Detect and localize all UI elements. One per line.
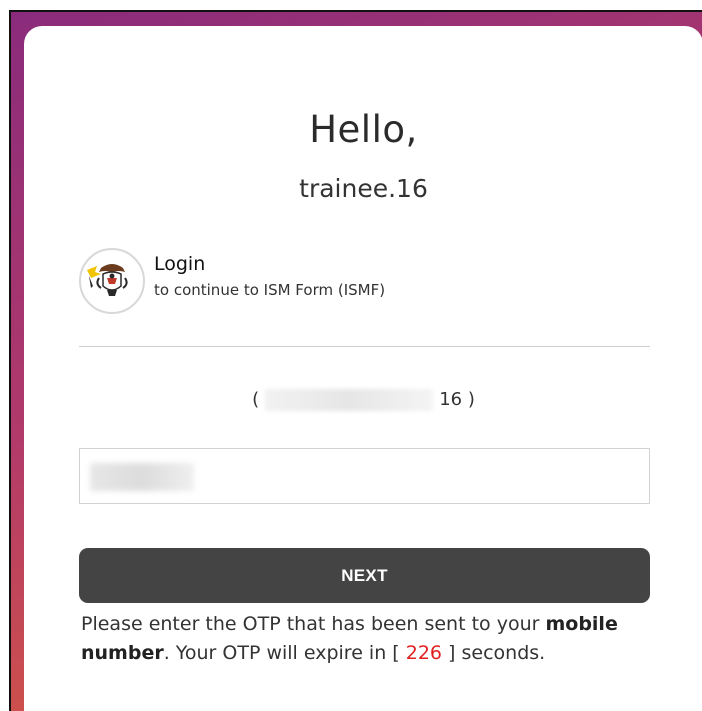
otp-instructions: Please enter the OTP that has been sent … (81, 610, 661, 668)
greeting-title: Hello, (309, 108, 418, 151)
otp-msg-part2: . Your OTP will expire in [ (163, 642, 406, 664)
login-card: Hello, trainee.16 Login to continue to I… (24, 26, 702, 711)
otp-input[interactable] (79, 448, 650, 504)
otp-msg-part3: ] seconds. (442, 642, 546, 664)
next-button[interactable]: NEXT (79, 548, 650, 603)
redacted-otp-value (90, 463, 194, 491)
emblem-logo-icon (79, 248, 145, 314)
app-background: Hello, trainee.16 Login to continue to I… (9, 10, 702, 711)
username-label: trainee.16 (299, 174, 428, 203)
masked-identity: (16 ) (24, 389, 702, 411)
otp-countdown: 226 (405, 642, 443, 664)
identity-suffix: 16 ) (439, 389, 475, 410)
redacted-identity (265, 389, 434, 411)
login-heading-block: Login to continue to ISM Form (ISMF) (154, 253, 385, 299)
login-subtitle: to continue to ISM Form (ISMF) (154, 281, 386, 299)
login-title: Login (154, 253, 206, 275)
otp-msg-part1: Please enter the OTP that has been sent … (81, 613, 546, 635)
identity-open-paren: ( (252, 389, 260, 410)
section-divider (79, 346, 650, 347)
